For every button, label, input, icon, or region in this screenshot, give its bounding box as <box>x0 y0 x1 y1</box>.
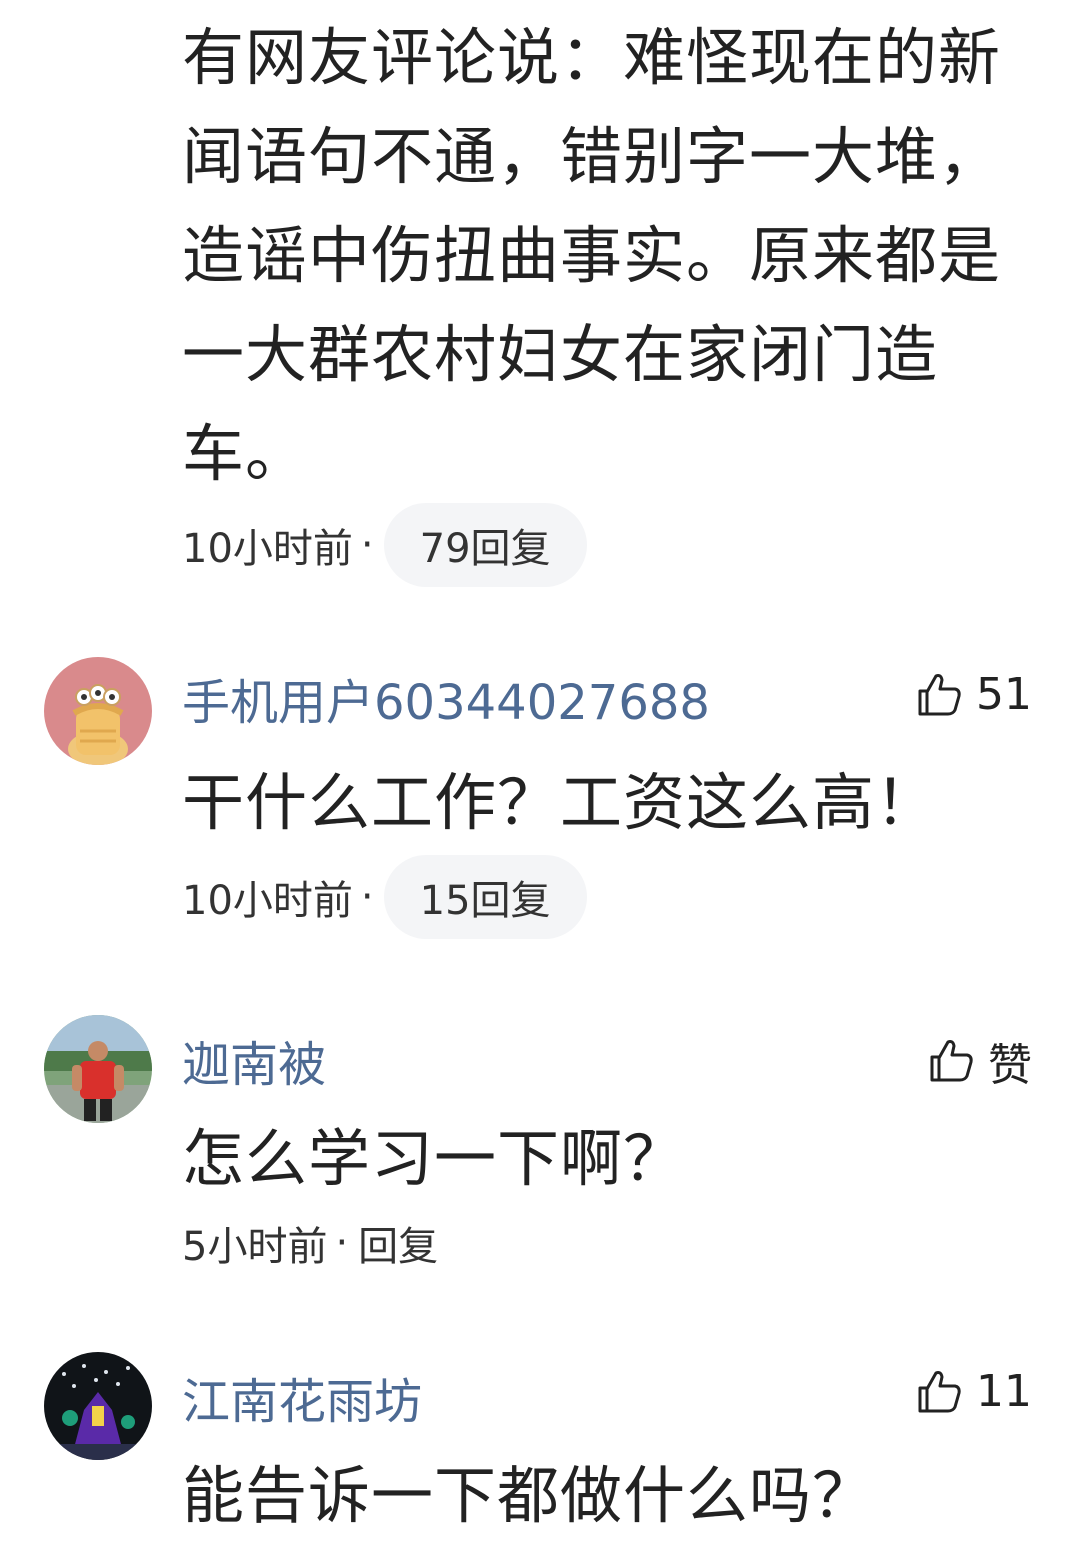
username[interactable]: 手机用户60344027688 <box>182 663 710 733</box>
meta-separator: · <box>335 1220 349 1266</box>
reply-count-button[interactable]: 79回复 <box>383 503 587 587</box>
avatar[interactable] <box>44 1015 152 1123</box>
thumbs-up-icon <box>930 1040 973 1082</box>
avatar[interactable] <box>44 657 152 765</box>
reply-button[interactable]: 回复 <box>358 1214 438 1272</box>
avatar-photo-icon <box>44 1352 152 1460</box>
like-label: 赞 <box>988 1040 1032 1091</box>
comment-meta: 10小时前 · 79回复 <box>182 503 1042 587</box>
avatar-cartoon-icon <box>44 657 152 765</box>
like-count: 11 <box>976 1366 1032 1417</box>
comment-time: 10小时前 <box>182 878 353 924</box>
like-button[interactable]: 51 <box>914 669 1032 720</box>
reply-count-button[interactable]: 15回复 <box>383 855 587 939</box>
thumbs-up-icon <box>918 1370 961 1412</box>
comment-body: 有网友评论说：难怪现在的新闻语句不通，错别字一大堆，造谣中伤扭曲事实。原来都是一… <box>182 21 1002 490</box>
comment-time: 5小时前 <box>182 1224 328 1270</box>
username[interactable]: 迦南被 <box>182 1025 326 1095</box>
comment-body: 干什么工作？工资这么高！ <box>182 766 939 839</box>
avatar-photo-icon <box>44 1015 152 1123</box>
comment-body: 怎么学习一下啊？ <box>182 1122 687 1195</box>
comment-meta: 10小时前 · 15回复 <box>182 855 587 939</box>
avatar[interactable] <box>44 1352 152 1460</box>
meta-separator: · <box>360 874 374 920</box>
comment-meta: 5小时前 · 回复 <box>182 1201 438 1285</box>
like-button[interactable]: 赞 <box>926 1029 1032 1093</box>
comment-body: 能告诉一下都做什么吗？ <box>182 1459 876 1532</box>
thumbs-up-icon <box>918 673 961 715</box>
like-count: 51 <box>976 669 1032 720</box>
top-comment: 有网友评论说：难怪现在的新闻语句不通，错别字一大堆，造谣中伤扭曲事实。原来都是一… <box>182 8 1042 587</box>
username[interactable]: 江南花雨坊 <box>182 1362 422 1432</box>
like-button[interactable]: 11 <box>914 1366 1032 1417</box>
comment-time: 10小时前 <box>182 526 353 572</box>
meta-separator: · <box>360 522 374 568</box>
